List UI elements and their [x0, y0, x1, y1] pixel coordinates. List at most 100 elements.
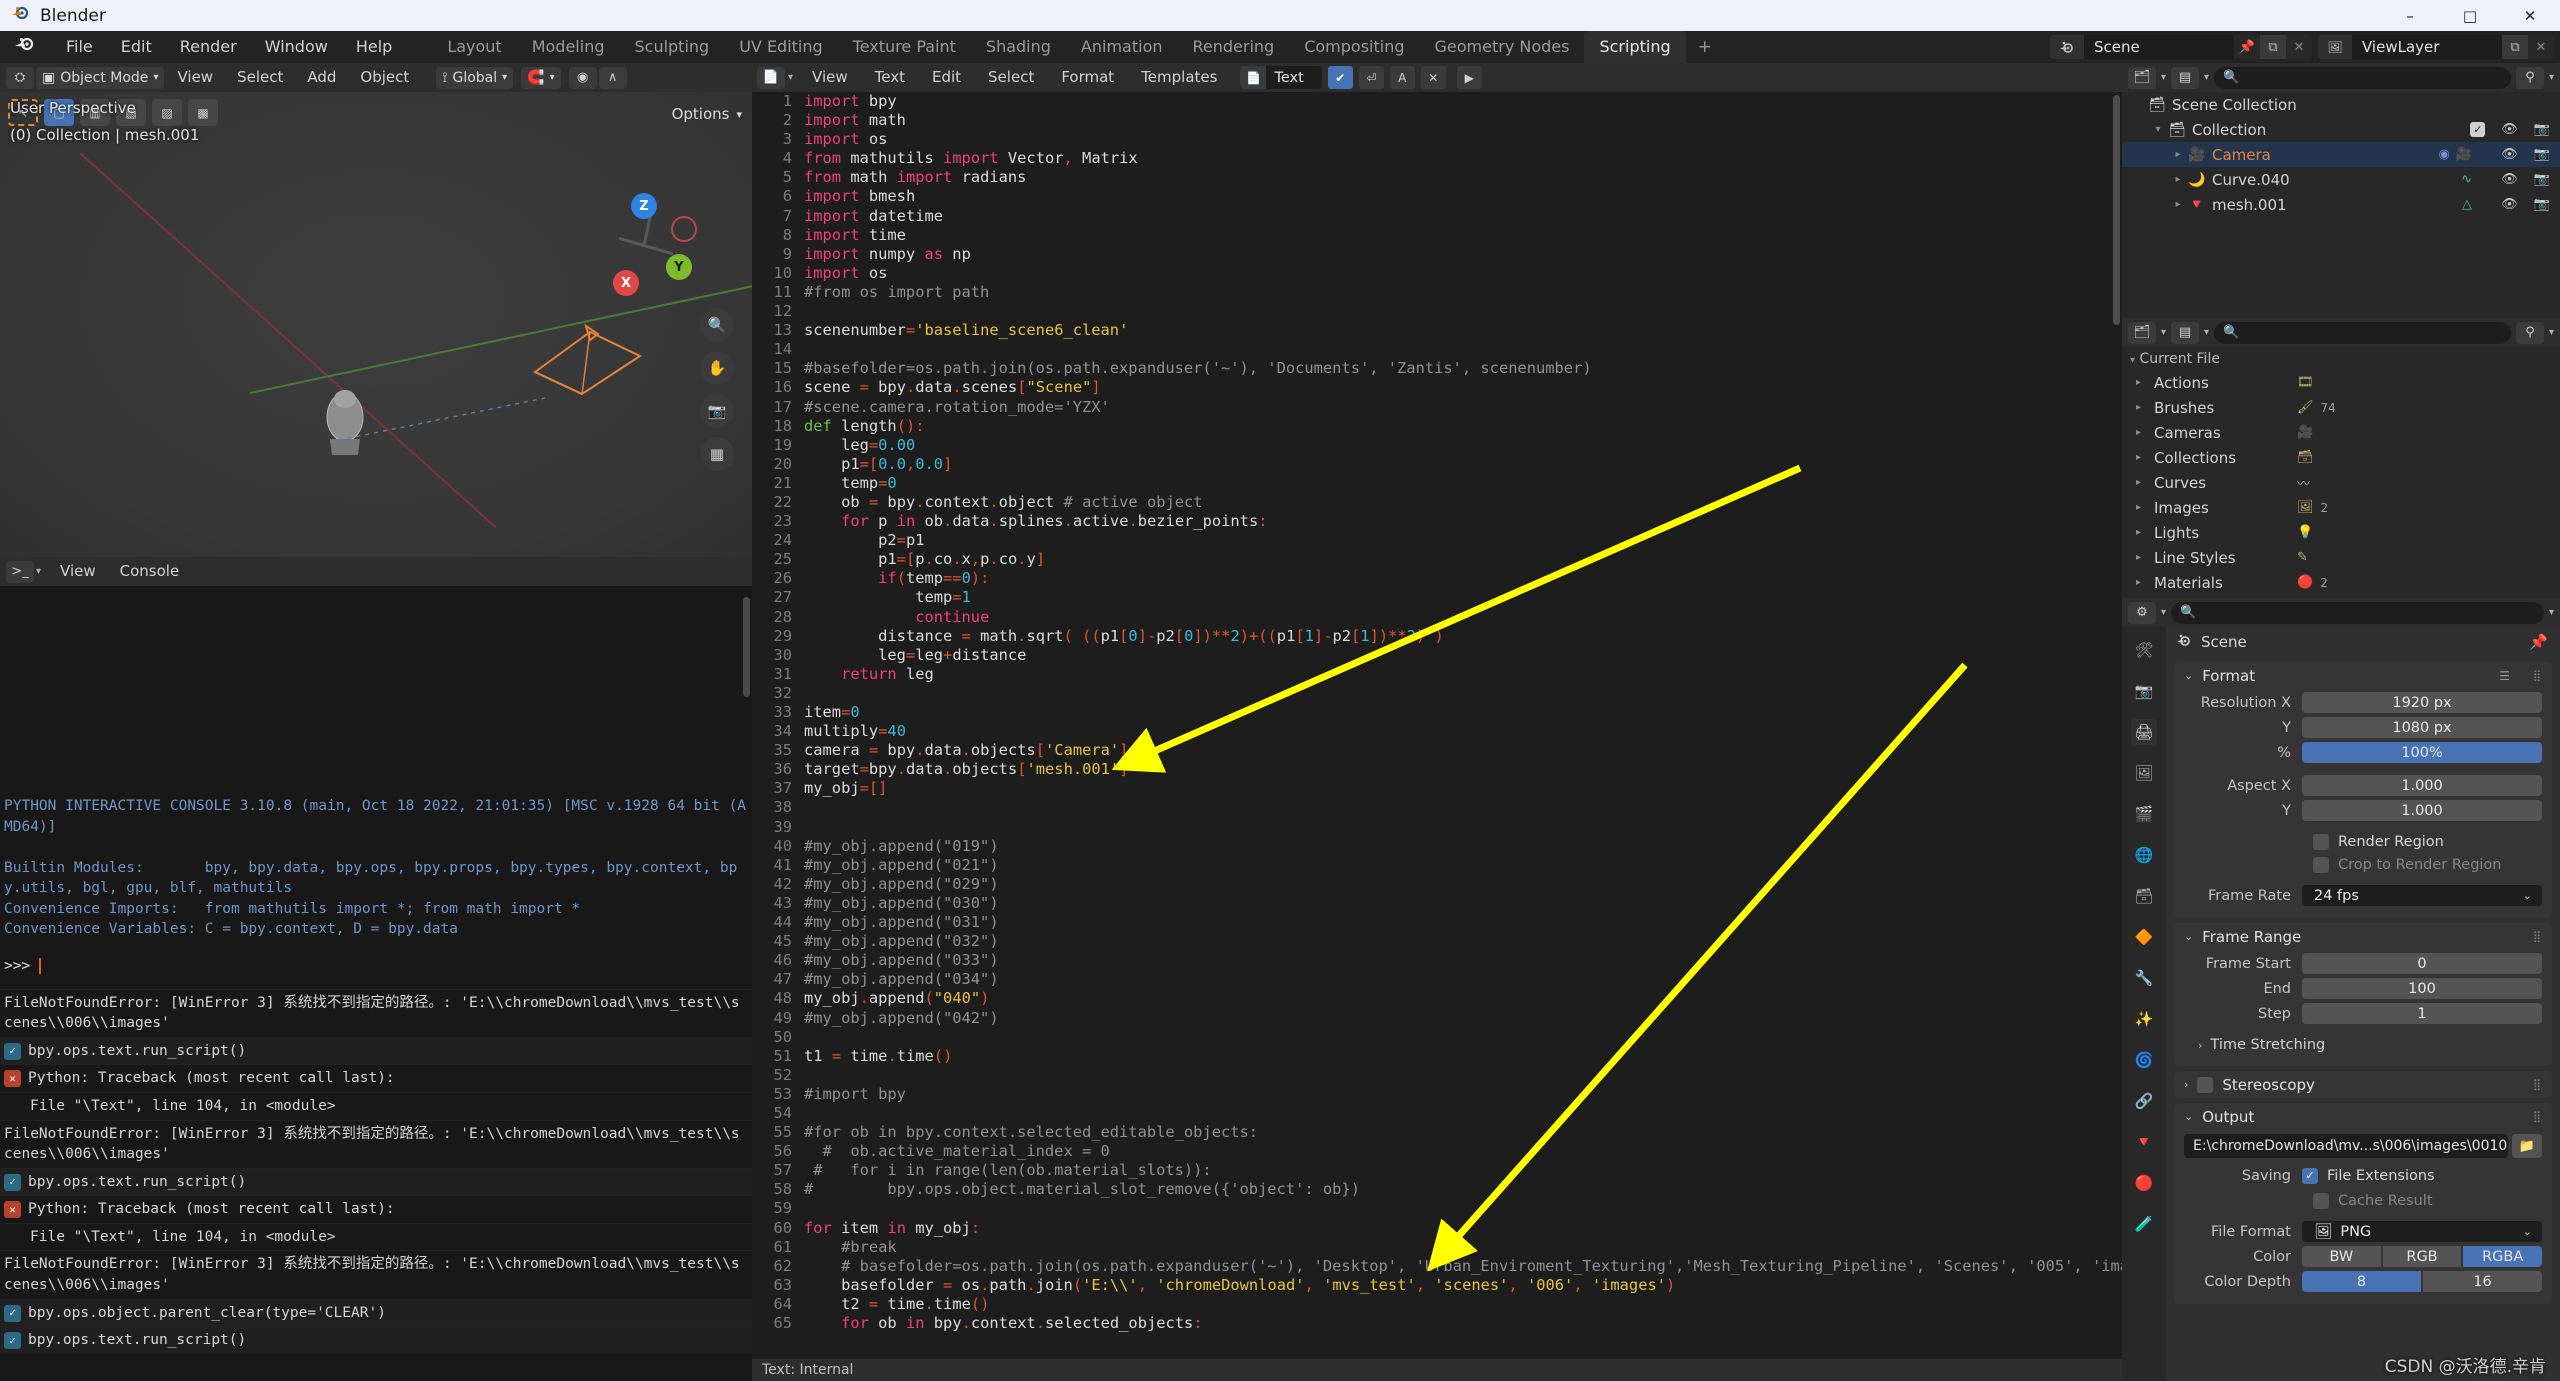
code-line[interactable]: 37 my_obj=[] — [752, 779, 2122, 798]
code-line[interactable]: 3 import os — [752, 130, 2122, 149]
viewport-menu-select[interactable]: Select — [226, 63, 294, 92]
disclosure-triangle-icon[interactable]: ▸ — [2170, 149, 2186, 160]
blender-file-row[interactable]: ▸ Materials 🔴 2 — [2122, 570, 2560, 595]
scene-icon[interactable] — [2050, 35, 2084, 59]
viewport-canvas[interactable] — [0, 92, 752, 557]
viewlayer-icon[interactable]: 🖼 — [2318, 35, 2352, 59]
tab-tool-icon[interactable]: 🛠 — [2131, 637, 2157, 663]
console-report-row[interactable]: File "\Text", line 104, in <module> — [0, 1091, 752, 1120]
workspace-tab-geometry-nodes[interactable]: Geometry Nodes — [1420, 31, 1585, 63]
unlink-text-icon[interactable]: ✕ — [1420, 66, 1446, 89]
text-menu-text[interactable]: Text — [863, 63, 917, 92]
camera-render-icon[interactable]: 📷 — [2534, 197, 2550, 212]
hand-icon[interactable]: ✋ — [700, 351, 734, 385]
ortho-toggle-icon[interactable]: ▦ — [700, 437, 734, 471]
constraint-icon[interactable]: ◉ — [2438, 147, 2449, 162]
value-file-format[interactable]: 🖼 PNG ⌄ — [2302, 1221, 2542, 1242]
outliner-row[interactable]: ▸ 🔻 mesh.001 △ 👁 📷 — [2122, 192, 2560, 217]
viewport-menu-add[interactable]: Add — [296, 63, 347, 92]
console-report-row[interactable]: FileNotFoundError: [WinError 3] 系统找不到指定的… — [0, 988, 752, 1037]
code-line[interactable]: 45 #my_obj.append("032") — [752, 932, 2122, 951]
panel-output-header[interactable]: ⌄ Output ⣿ — [2174, 1103, 2552, 1130]
value-percent[interactable]: 100% — [2302, 742, 2542, 763]
minimize-button[interactable]: – — [2380, 0, 2440, 31]
properties-body[interactable]: Scene 📌 ⌄ Format ☰ ⣿ Resolution X 1920 p… — [2166, 627, 2560, 1381]
code-line[interactable]: 13 scenenumber='baseline_scene6_clean' — [752, 321, 2122, 340]
copy-icon[interactable]: ⧉ — [2502, 35, 2528, 59]
row-render-region[interactable]: Render Region — [2184, 830, 2542, 853]
code-line[interactable]: 39 — [752, 818, 2122, 837]
menu-render[interactable]: Render — [166, 31, 251, 63]
code-line[interactable]: 22 ob = bpy.context.object # active obje… — [752, 493, 2122, 512]
gizmo-axis-neg-x[interactable] — [671, 216, 697, 242]
tab-viewlayer-icon[interactable]: 🖼 — [2131, 760, 2157, 786]
camera-view-icon[interactable]: 📷 — [700, 394, 734, 428]
viewport-options-dropdown[interactable]: Options ▾ — [672, 101, 742, 127]
file-extensions-checkbox[interactable]: ✓ — [2302, 1167, 2318, 1184]
tab-render-icon[interactable]: 📷 — [2131, 678, 2157, 704]
code-line[interactable]: 50 — [752, 1028, 2122, 1047]
workspace-tab-rendering[interactable]: Rendering — [1178, 31, 1290, 63]
blender-menu-icon[interactable] — [14, 36, 36, 58]
text-editor[interactable]: 📄 ▾ View Text Edit Select Format Templat… — [752, 63, 2122, 1381]
run-script-button[interactable]: ▶ — [1456, 66, 1482, 89]
code-line[interactable]: 58 # bpy.ops.object.material_slot_remove(… — [752, 1180, 2122, 1199]
code-line[interactable]: 28 continue — [752, 608, 2122, 627]
code-line[interactable]: 32 — [752, 684, 2122, 703]
code-line[interactable]: 35 camera = bpy.data.objects['Camera'] — [752, 741, 2122, 760]
close-icon[interactable]: ✕ — [2286, 35, 2312, 59]
code-line[interactable]: 27 temp=1 — [752, 588, 2122, 607]
value-frame-end[interactable]: 100 — [2302, 978, 2542, 999]
value-frame-step[interactable]: 1 — [2302, 1003, 2542, 1024]
tab-output-icon[interactable]: 🖨 — [2131, 719, 2157, 745]
folder-browse-icon[interactable]: 📁 — [2512, 1134, 2542, 1158]
curve-data-icon[interactable]: ∿ — [2461, 172, 2472, 187]
camera-render-icon[interactable]: 📷 — [2534, 172, 2550, 187]
disclosure-triangle-icon[interactable]: ▸ — [2136, 552, 2154, 563]
properties-editor[interactable]: ⚙ ▾ 🔍 ▾ 🛠 📷 🖨 🖼 🎬 🌐 🗃 🔶 🔧 ✨ 🌀 🔗 🔻 🔴 🧪 Sc… — [2122, 598, 2560, 1381]
camera-render-icon[interactable]: 📷 — [2534, 147, 2550, 162]
code-line[interactable]: 53 #import bpy — [752, 1085, 2122, 1104]
snap-target-dropdown[interactable]: 🧲 ▾ — [521, 66, 561, 89]
exclude-checkbox[interactable]: ✓ — [2470, 122, 2486, 137]
eye-icon[interactable]: 👁 — [2501, 147, 2518, 162]
console-report-row[interactable]: ✓ bpy.ops.object.parent_clear(type='CLEAR… — [0, 1298, 752, 1327]
copy-icon[interactable]: ⧉ — [2260, 35, 2286, 59]
outliner-display-mode-icon[interactable]: ▤ — [2171, 66, 2200, 89]
color-option-bw[interactable]: BW — [2302, 1246, 2381, 1267]
maximize-button[interactable]: □ — [2440, 0, 2500, 31]
falloff-curve-icon[interactable]: ∧ — [598, 66, 627, 89]
console-menu-console[interactable]: Console — [109, 557, 191, 586]
text-menu-templates[interactable]: Templates — [1129, 63, 1229, 92]
drag-handle-icon[interactable]: ⣿ — [2533, 930, 2542, 943]
camera-render-icon[interactable]: 📷 — [2534, 122, 2550, 137]
code-line[interactable]: 6 import bmesh — [752, 187, 2122, 206]
code-line[interactable]: 38 — [752, 798, 2122, 817]
workspace-tab-modeling[interactable]: Modeling — [517, 31, 620, 63]
code-line[interactable]: 2 import math — [752, 111, 2122, 130]
zoom-icon[interactable]: 🔍 — [700, 308, 734, 342]
code-line[interactable]: 17 #scene.camera.rotation_mode='YZX' — [752, 398, 2122, 417]
render-region-checkbox[interactable] — [2313, 833, 2329, 850]
console-editor-type-icon[interactable]: >_ — [6, 560, 34, 583]
text-menu-format[interactable]: Format — [1049, 63, 1126, 92]
code-line[interactable]: 4 from mathutils import Vector, Matrix — [752, 149, 2122, 168]
tab-texture-icon[interactable]: 🧪 — [2131, 1211, 2157, 1237]
code-line[interactable]: 12 — [752, 302, 2122, 321]
console-report-row[interactable]: ✓ bpy.ops.text.run_script() — [0, 1167, 752, 1196]
console-menu-view[interactable]: View — [49, 557, 107, 586]
transform-orientation-dropdown[interactable]: ⟟ Global ▾ — [436, 66, 514, 89]
drag-handle-icon[interactable]: ⣿ — [2533, 1078, 2542, 1091]
close-icon[interactable]: ✕ — [2528, 35, 2554, 59]
code-line[interactable]: 43 #my_obj.append("030") — [752, 894, 2122, 913]
close-button[interactable]: ✕ — [2500, 0, 2560, 31]
blender-file-row[interactable]: ▸ Collections 🗃 — [2122, 445, 2560, 470]
value-frame-start[interactable]: 0 — [2302, 953, 2542, 974]
gizmo-axis-y[interactable]: Y — [666, 254, 692, 280]
disclosure-triangle-icon[interactable]: ▸ — [2170, 199, 2186, 210]
console-output[interactable]: PYTHON INTERACTIVE CONSOLE 3.10.8 (main,… — [0, 586, 752, 1381]
code-line[interactable]: 14 — [752, 340, 2122, 359]
eye-icon[interactable]: 👁 — [2501, 197, 2518, 212]
code-line[interactable]: 54 — [752, 1104, 2122, 1123]
console-report-row[interactable]: File "\Text", line 104, in <module> — [0, 1222, 752, 1251]
